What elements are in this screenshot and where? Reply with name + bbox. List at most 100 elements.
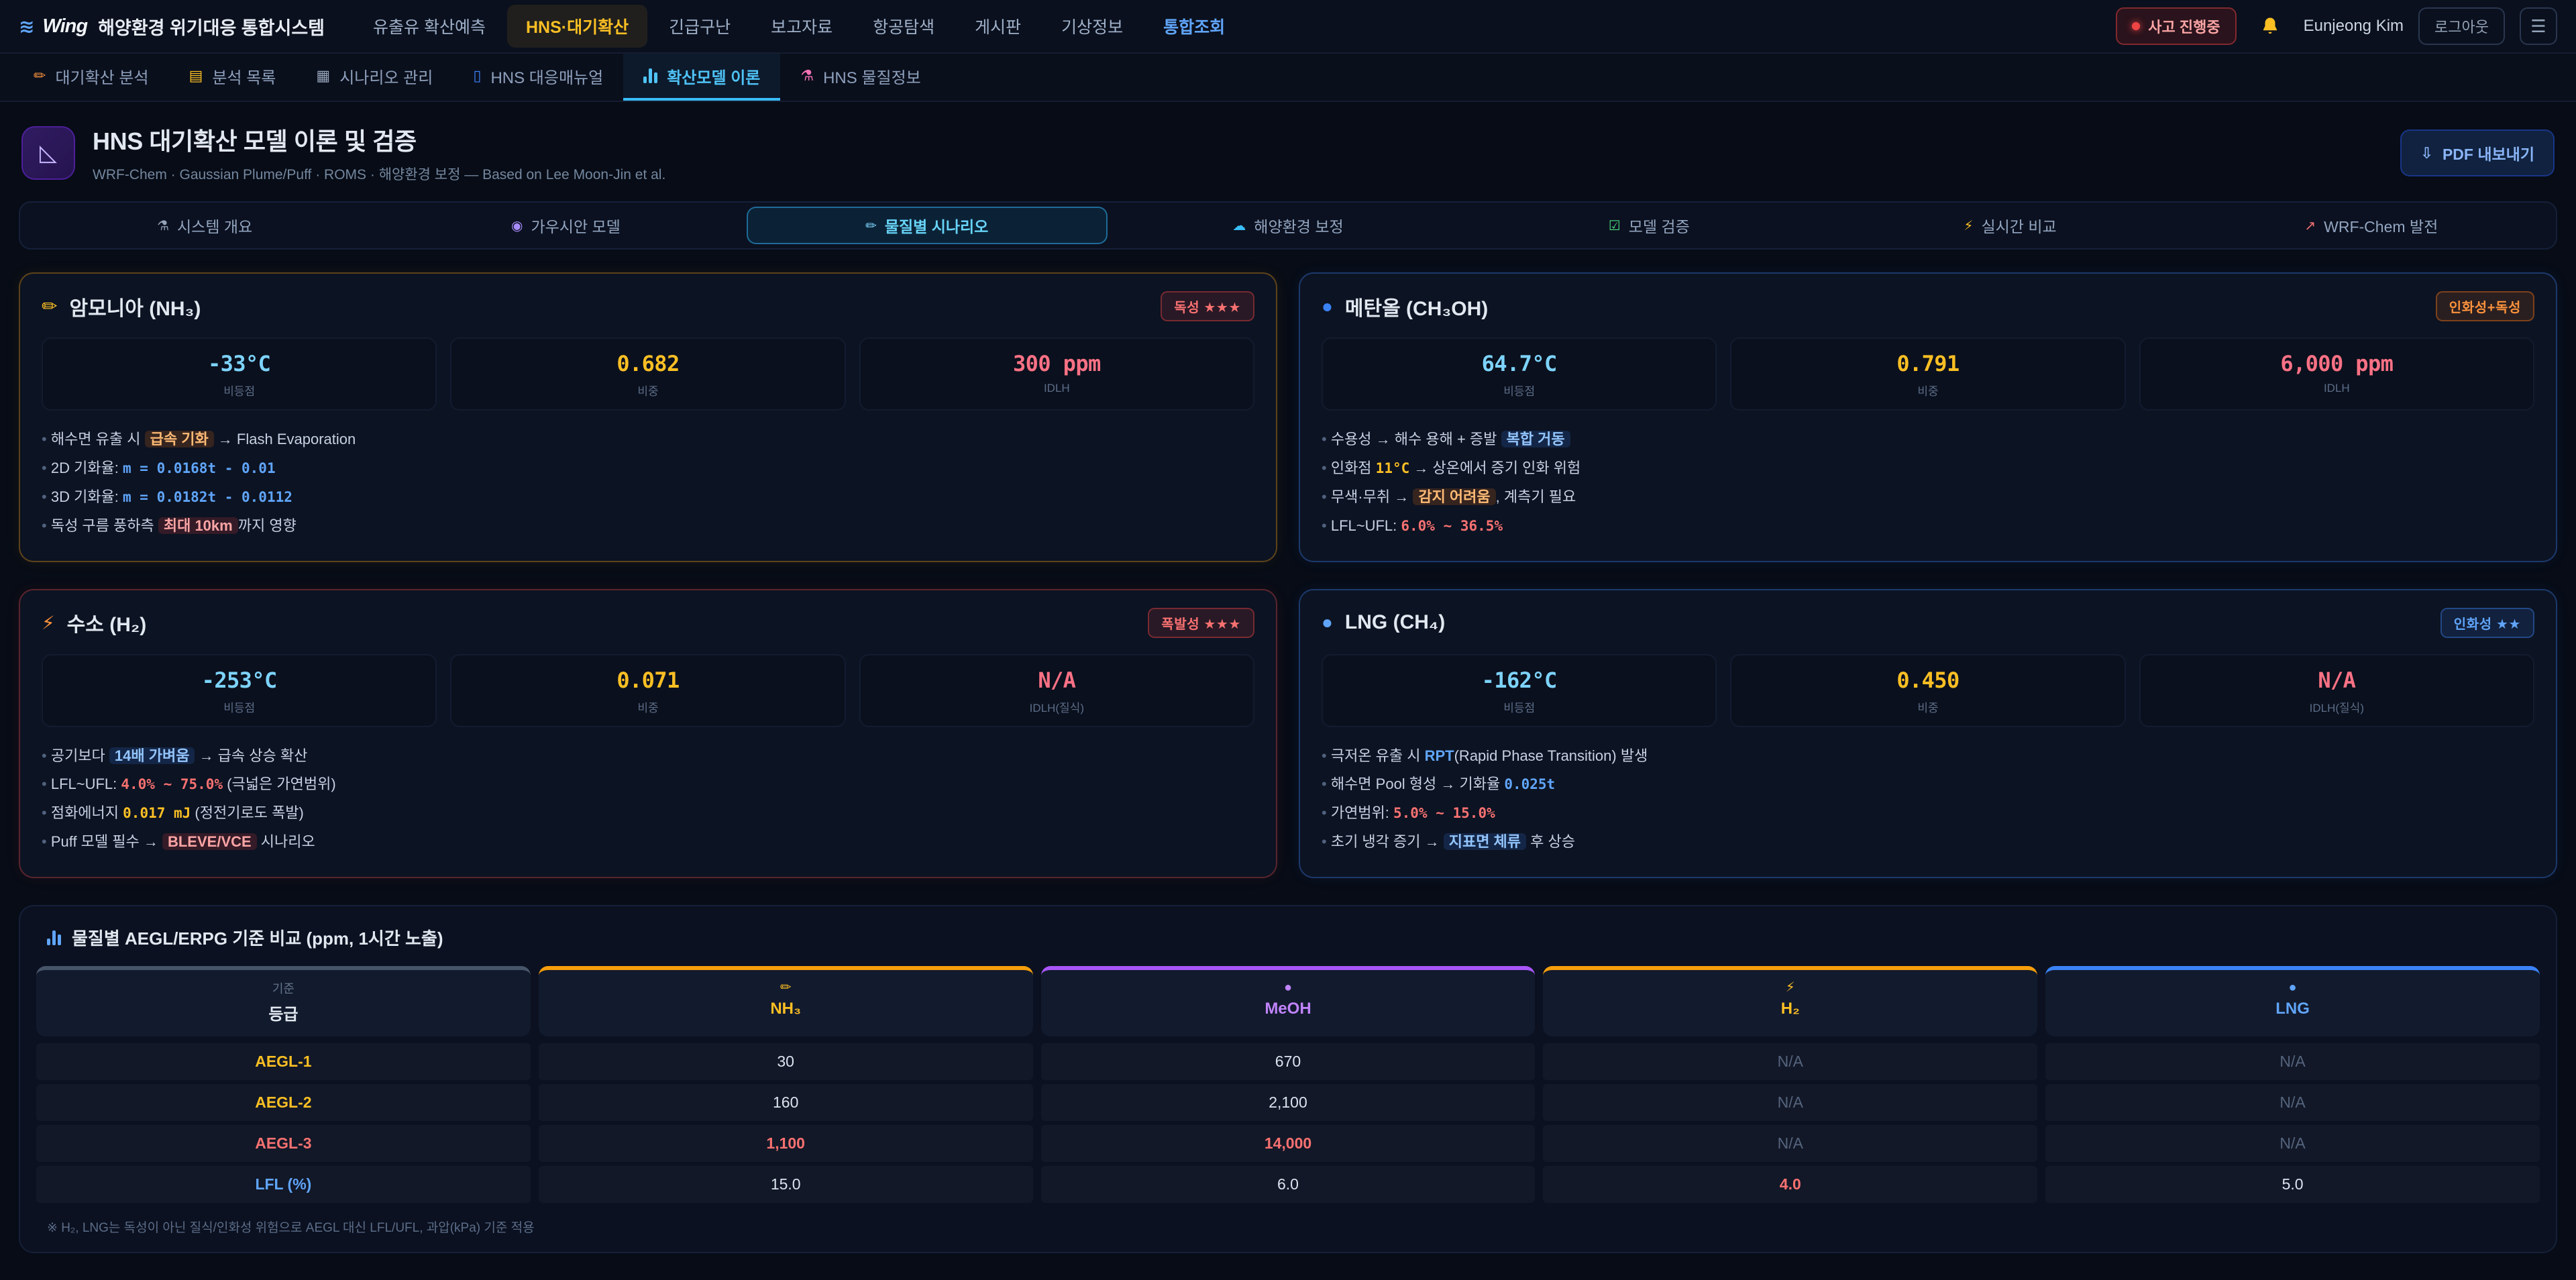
section-tab-label: 실시간 비교	[1981, 214, 2056, 237]
table-cell: 15.0	[539, 1166, 1033, 1203]
meoh-column-icon: ●	[1041, 979, 1536, 996]
subnav-item[interactable]: 확산모델 이론	[623, 54, 780, 101]
bar-chart-icon	[47, 930, 61, 945]
table-cell: 30	[539, 1043, 1033, 1080]
section-tab[interactable]: ⚗시스템 개요	[24, 207, 385, 244]
topnav-item[interactable]: 유출유 확산예측	[354, 5, 504, 48]
app-logo[interactable]: ≋ Wing 해양환경 위기대응 통합시스템	[19, 13, 325, 40]
stat-label: 비중	[457, 382, 839, 398]
hazard-badge: 독성 ★★★	[1161, 291, 1254, 321]
incident-dot-icon	[2132, 22, 2140, 30]
system-overview-icon: ⚗	[157, 217, 169, 234]
table-row-label: LFL (%)	[36, 1166, 531, 1203]
section-tab[interactable]: ☁해양환경 보정	[1108, 207, 1468, 244]
card-bullet: 3D 기화율: m = 0.0182t - 0.0112	[42, 483, 1254, 512]
wing-logo-icon: ≋	[19, 15, 34, 38]
topnav-item[interactable]: 게시판	[956, 5, 1040, 48]
chemical-title: 수소 (H₂)	[67, 608, 147, 637]
subnav-item[interactable]: ▤분석 목록	[169, 54, 297, 101]
section-tab-label: 모델 검증	[1629, 214, 1690, 237]
subnav-item-label: HNS 물질정보	[823, 64, 921, 88]
chemical-bullet-list: 수용성 → 해수 용해 + 증발 복합 거동인화점 11°C → 상온에서 증기…	[1322, 425, 2534, 541]
stat-value: 0.791	[1737, 351, 2118, 376]
card-bullet: 극저온 유출 시 RPT(Rapid Phase Transition) 발생	[1322, 742, 2534, 771]
table-column-header: ●MeOH	[1041, 966, 1536, 1036]
topnav-item[interactable]: 항공탐색	[854, 5, 953, 48]
card-bullet: 해수면 유출 시 급속 기화 → Flash Evaporation	[42, 425, 1254, 454]
logout-button[interactable]: 로그아웃	[2418, 7, 2505, 45]
page-header: ◺ HNS 대기확산 모델 이론 및 검증 WRF-Chem · Gaussia…	[19, 102, 2557, 201]
stat-value: N/A	[866, 668, 1248, 693]
logo-text: Wing	[42, 15, 87, 38]
subnav-item-label: HNS 대응매뉴얼	[490, 64, 603, 88]
subnav-item[interactable]: ⚗ HNS 물질정보	[780, 54, 941, 101]
stat-label: IDLH(질식)	[2146, 698, 2528, 715]
topnav-item[interactable]: 통합조회	[1144, 5, 1244, 48]
topnav-item[interactable]: 긴급구난	[650, 5, 749, 48]
table-row-label: AEGL-3	[36, 1125, 531, 1162]
user-name: Eunjeong Kim	[2304, 17, 2404, 36]
stat-value: 300 ppm	[866, 351, 1248, 376]
aegl-table-title: 물질별 AEGL/ERPG 기준 비교 (ppm, 1시간 노출)	[36, 925, 2540, 950]
table-cell: N/A	[1543, 1125, 2037, 1162]
table-row-label: AEGL-2	[36, 1084, 531, 1121]
stat-value: 64.7°C	[1328, 351, 1710, 376]
table-column-header: ⚡H₂	[1543, 966, 2037, 1036]
table-column-header: ●LNG	[2045, 966, 2540, 1036]
stat-box: 0.450비중	[1730, 654, 2125, 727]
menu-hamburger-icon[interactable]: ☰	[2520, 7, 2557, 45]
section-tab[interactable]: ⚡실시간 비교	[1829, 207, 2190, 244]
card-bullet: LFL~UFL: 4.0% ~ 75.0% (극넓은 가연범위)	[42, 770, 1254, 799]
card-bullet: 무색·무취 → 감지 어려움, 계측기 필요	[1322, 483, 2534, 512]
table-column-sub: 기준	[36, 979, 531, 997]
section-tab[interactable]: ◉가우시안 모델	[385, 207, 746, 244]
subnav-item[interactable]: ▦시나리오 관리	[296, 54, 453, 101]
stat-row: -253°C비등점0.071비중N/AIDLH(질식)	[42, 654, 1254, 727]
subnav-item[interactable]: ▯HNS 대응매뉴얼	[453, 54, 623, 101]
section-tab-label: 물질별 시나리오	[885, 214, 989, 237]
cards-grid: ✏암모니아 (NH₃)독성 ★★★-33°C비등점0.682비중300 ppmI…	[19, 272, 2557, 878]
stat-box: 6,000 ppmIDLH	[2139, 337, 2534, 411]
topnav-item[interactable]: HNS·대기확산	[507, 5, 647, 48]
pdf-export-button[interactable]: ⇩ PDF 내보내기	[2400, 129, 2555, 176]
stat-box: 0.071비중	[450, 654, 845, 727]
topnav-item[interactable]: 기상정보	[1042, 5, 1142, 48]
aegl-table-body: AEGL-130670N/AN/AAEGL-21602,100N/AN/AAEG…	[36, 1043, 2540, 1203]
card-bullet: 해수면 Pool 형성 → 기화율 0.025t	[1322, 770, 2534, 799]
aegl-table-head: 기준등급 ✏NH₃●MeOH⚡H₂●LNG	[36, 966, 2540, 1036]
table-cell: 1,100	[539, 1125, 1033, 1162]
aegl-table-title-text: 물질별 AEGL/ERPG 기준 비교 (ppm, 1시간 노출)	[72, 925, 443, 950]
stat-row: -33°C비등점0.682비중300 ppmIDLH	[42, 337, 1254, 411]
card-bullet: LFL~UFL: 6.0% ~ 36.5%	[1322, 512, 2534, 541]
section-tab[interactable]: ☑모델 검증	[1468, 207, 1829, 244]
topnav-item[interactable]: 보고자료	[752, 5, 851, 48]
flask-icon: ⚗	[800, 67, 814, 85]
h2-column-icon: ⚡	[1543, 979, 2037, 996]
stat-label: IDLH(질식)	[866, 698, 1248, 715]
section-tab[interactable]: ↗WRF-Chem 발전	[2191, 207, 2552, 244]
table-column-label: 등급	[36, 1001, 531, 1024]
app-title: 해양환경 위기대응 통합시스템	[98, 13, 325, 40]
section-tab[interactable]: ✏물질별 시나리오	[747, 207, 1108, 244]
table-column-header: ✏NH₃	[539, 966, 1033, 1036]
page: ≋ Wing 해양환경 위기대응 통합시스템 유출유 확산예측HNS·대기확산긴…	[0, 0, 2576, 1280]
section-tab-label: 가우시안 모델	[531, 214, 620, 237]
chart-icon	[643, 68, 657, 83]
ruler-icon: ◺	[21, 126, 75, 180]
stat-box: N/A IDLH(질식)	[859, 654, 1254, 727]
subnav-item[interactable]: ✏대기확산 분석	[13, 54, 169, 101]
chemical-bullet-list: 극저온 유출 시 RPT(Rapid Phase Transition) 발생해…	[1322, 742, 2534, 857]
table-row-label: AEGL-1	[36, 1043, 531, 1080]
hazard-badge: 인화성 ★★	[2440, 608, 2534, 638]
stat-label: 비등점	[1328, 382, 1710, 398]
stat-label: 비등점	[1328, 698, 1710, 715]
pencil-icon: ✏	[34, 67, 46, 85]
stat-value: -162°C	[1328, 668, 1710, 693]
card-bullet: 2D 기화율: m = 0.0168t - 0.01	[42, 454, 1254, 483]
stat-value: 0.450	[1737, 668, 2118, 693]
notification-bell-icon[interactable]	[2251, 7, 2289, 45]
chemical-bullet-list: 해수면 유출 시 급속 기화 → Flash Evaporation2D 기화율…	[42, 425, 1254, 541]
sub-navbar: ✏대기확산 분석▤분석 목록▦시나리오 관리▯HNS 대응매뉴얼확산모델 이론⚗…	[0, 54, 2576, 102]
top-navbar: ≋ Wing 해양환경 위기대응 통합시스템 유출유 확산예측HNS·대기확산긴…	[0, 0, 2576, 54]
topnav-right: 사고 진행중 Eunjeong Kim 로그아웃 ☰	[2116, 7, 2557, 45]
